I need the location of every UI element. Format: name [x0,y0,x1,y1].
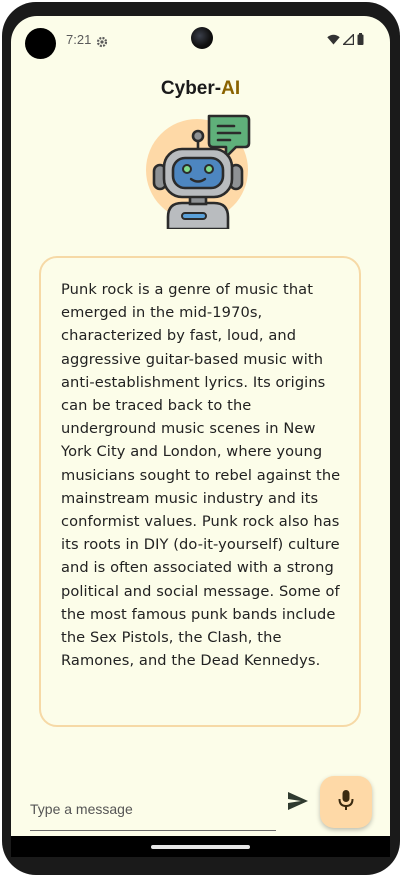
mic-icon [338,789,354,815]
send-button[interactable] [285,790,311,816]
battery-icon [357,30,364,49]
status-time: 7:21 [66,32,92,47]
device: 7:21 Cyber-AI Punk rock is a genre of mu… [0,0,406,877]
robot-chat-icon [142,113,254,231]
app-title-prefix: Cyber- [160,78,222,99]
app-title-accent: AI [221,78,241,99]
mic-button[interactable] [320,776,372,828]
status-bar: 7:21 [11,16,390,64]
message-input[interactable] [30,792,276,831]
signal-icon [341,30,355,49]
app-title: Cyber-AI [11,78,390,100]
front-camera [191,27,213,49]
home-indicator[interactable] [151,845,250,849]
gear-icon [96,33,108,48]
assistant-message-card: Punk rock is a genre of music that emerg… [39,256,361,727]
send-icon [287,791,309,815]
camera-cutout [25,28,56,59]
app-screen: 7:21 Cyber-AI Punk rock is a genre of mu… [11,16,390,857]
assistant-message-text: Punk rock is a genre of music that emerg… [61,281,341,670]
system-nav-bar [11,836,390,857]
wifi-icon [327,30,340,49]
status-icons [327,32,364,45]
